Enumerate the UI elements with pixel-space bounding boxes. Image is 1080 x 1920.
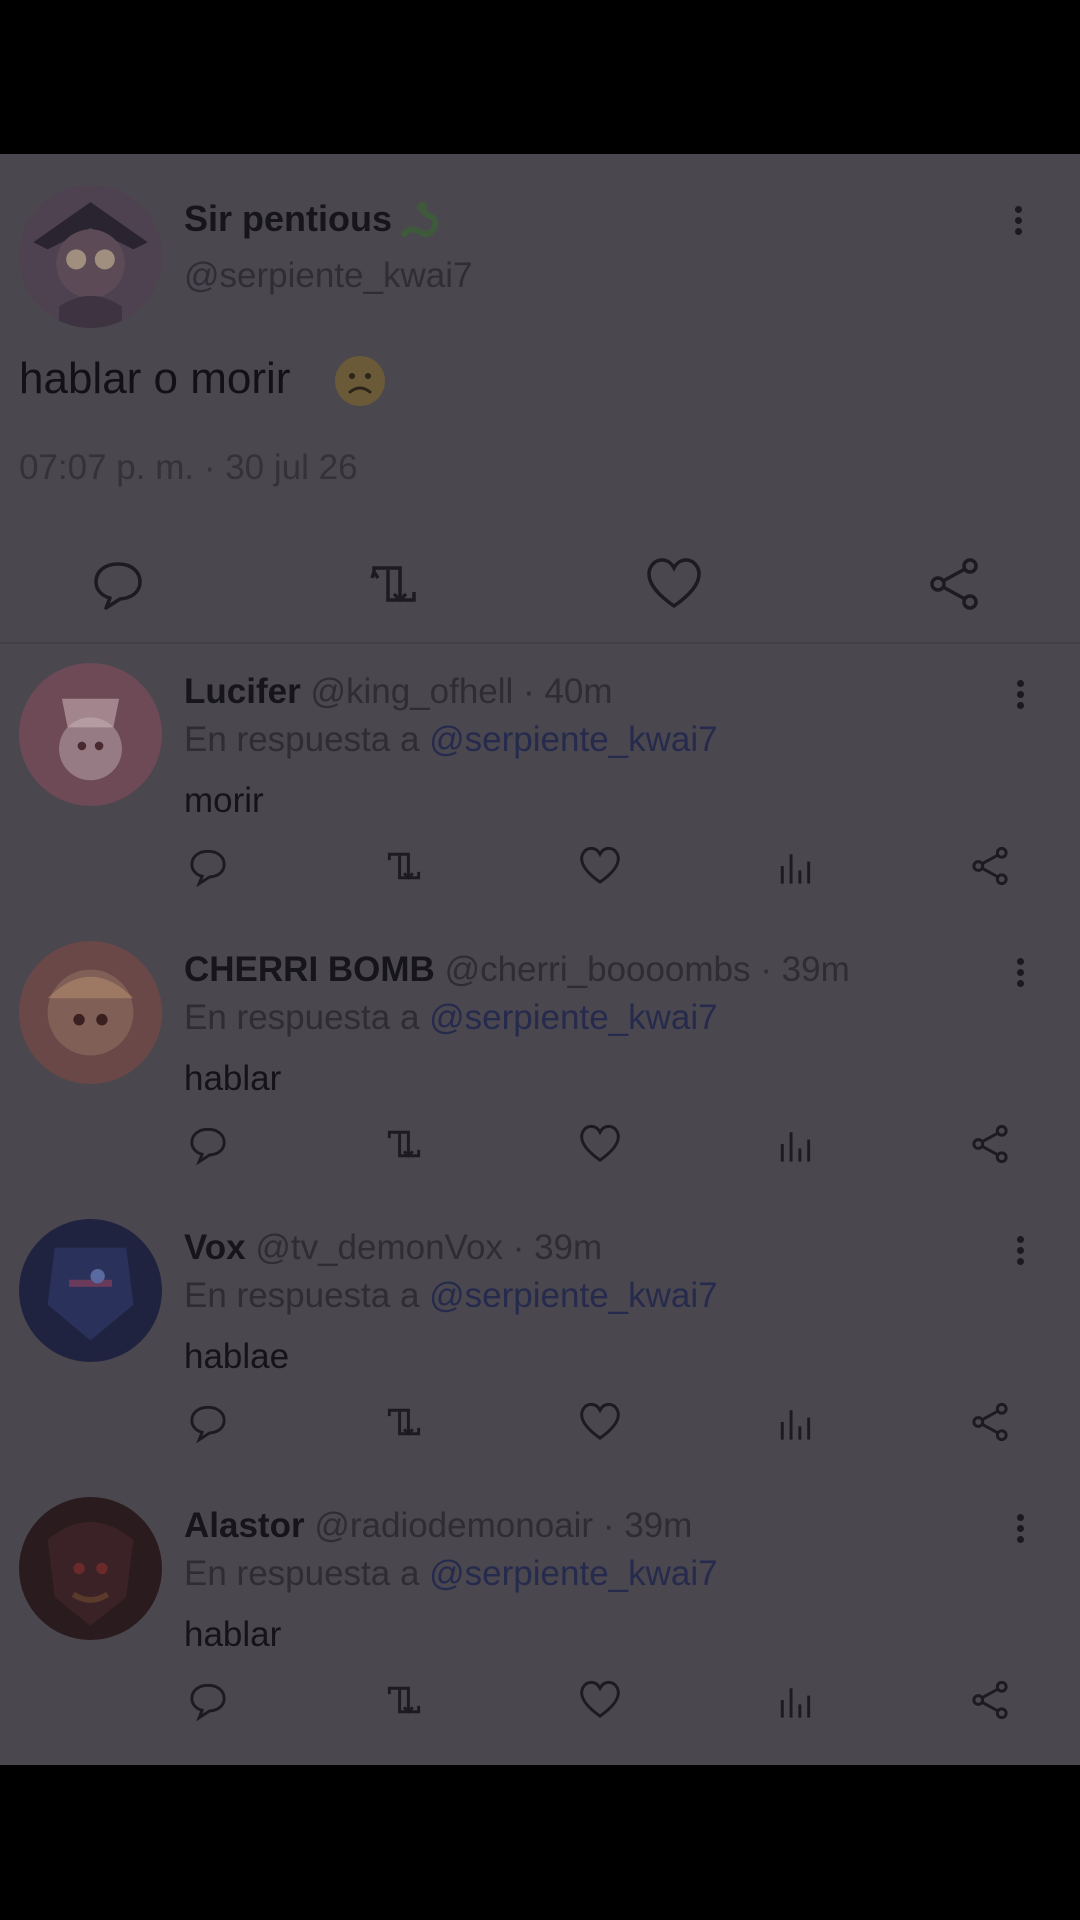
- reply-author-handle[interactable]: @cherri_boooombs: [445, 950, 751, 989]
- reply-author-name[interactable]: Alastor: [184, 1506, 305, 1545]
- reply-header: CHERRI BOMB @cherri_boooombs · 39m: [184, 950, 850, 990]
- reply-text: morir: [184, 781, 264, 820]
- reply-prefix: En respuesta a: [184, 1554, 430, 1593]
- author-avatar[interactable]: [19, 185, 162, 328]
- reply-author-handle[interactable]: @king_ofhell: [310, 672, 513, 711]
- stats-icon[interactable]: [772, 1400, 816, 1444]
- reply-header: Alastor @radiodemonoair · 39m: [184, 1506, 692, 1546]
- reply-author-name[interactable]: Lucifer: [184, 672, 301, 711]
- reply-text: hablar: [184, 1059, 282, 1098]
- heart-icon[interactable]: [578, 1678, 622, 1722]
- more-vertical-icon[interactable]: [1010, 676, 1030, 722]
- mention-link[interactable]: @serpiente_kwai7: [429, 998, 717, 1037]
- author-handle[interactable]: @serpiente_kwai7: [184, 256, 472, 296]
- reply-item[interactable]: CHERRI BOMB @cherri_boooombs · 39m En re…: [0, 922, 1080, 1200]
- avatar[interactable]: [19, 1219, 162, 1362]
- reply-icon[interactable]: [186, 1678, 230, 1722]
- main-tweet: Sir pentious @serpiente_kwai7 hablar o m…: [0, 154, 1080, 642]
- reply-actions: [0, 844, 1080, 904]
- reply-actions: [0, 1122, 1080, 1182]
- reply-author-name[interactable]: Vox: [184, 1228, 246, 1267]
- reply-item[interactable]: Vox @tv_demonVox · 39m En respuesta a @s…: [0, 1200, 1080, 1478]
- more-vertical-icon[interactable]: [1010, 1510, 1030, 1556]
- more-vertical-icon[interactable]: [1008, 202, 1028, 248]
- reply-header: Vox @tv_demonVox · 39m: [184, 1228, 602, 1268]
- heart-icon[interactable]: [578, 1400, 622, 1444]
- tweet-timestamp: 07:07 p. m. · 30 jul 26: [19, 448, 358, 487]
- reply-item[interactable]: Alastor @radiodemonoair · 39m En respues…: [0, 1478, 1080, 1756]
- share-icon[interactable]: [968, 1400, 1012, 1444]
- tweet-screen: Sir pentious @serpiente_kwai7 hablar o m…: [0, 154, 1080, 1765]
- reply-context: En respuesta a @serpiente_kwai7: [184, 720, 718, 760]
- reply-item[interactable]: Lucifer @king_ofhell · 40m En respuesta …: [0, 644, 1080, 922]
- stats-icon[interactable]: [772, 844, 816, 888]
- share-icon[interactable]: [968, 844, 1012, 888]
- retweet-icon[interactable]: [382, 1678, 426, 1722]
- reply-text: hablar: [184, 1615, 282, 1654]
- mention-link[interactable]: @serpiente_kwai7: [429, 1554, 717, 1593]
- retweet-icon[interactable]: [382, 1400, 426, 1444]
- share-icon[interactable]: [968, 1122, 1012, 1166]
- reply-actions: [0, 1400, 1080, 1460]
- heart-icon[interactable]: [644, 554, 704, 614]
- retweet-icon[interactable]: [382, 844, 426, 888]
- stats-icon[interactable]: [772, 1122, 816, 1166]
- reply-prefix: En respuesta a: [184, 1276, 430, 1315]
- reply-icon[interactable]: [186, 1122, 230, 1166]
- avatar[interactable]: [19, 1497, 162, 1640]
- sad-face-emoji-icon: [335, 356, 385, 406]
- more-vertical-icon[interactable]: [1010, 954, 1030, 1000]
- reply-prefix: En respuesta a: [184, 720, 430, 759]
- heart-icon[interactable]: [578, 1122, 622, 1166]
- tweet-actions: [0, 554, 1080, 634]
- reply-context: En respuesta a @serpiente_kwai7: [184, 1554, 718, 1594]
- mention-link[interactable]: @serpiente_kwai7: [429, 1276, 717, 1315]
- reply-author-handle[interactable]: @tv_demonVox: [255, 1228, 503, 1267]
- avatar[interactable]: [19, 941, 162, 1084]
- mention-link[interactable]: @serpiente_kwai7: [429, 720, 717, 759]
- reply-time: · 39m: [602, 1506, 693, 1545]
- reply-icon[interactable]: [88, 554, 148, 614]
- heart-icon[interactable]: [578, 844, 622, 888]
- tweet-text: hablar o morir: [19, 354, 291, 403]
- reply-time: · 39m: [512, 1228, 603, 1267]
- reply-actions: [0, 1678, 1080, 1738]
- snake-emoji-icon: [401, 202, 439, 238]
- reply-text: hablae: [184, 1337, 290, 1376]
- reply-header: Lucifer @king_ofhell · 40m: [184, 672, 613, 712]
- reply-time: · 39m: [760, 950, 850, 989]
- stats-icon[interactable]: [772, 1678, 816, 1722]
- reply-context: En respuesta a @serpiente_kwai7: [184, 998, 718, 1038]
- share-icon[interactable]: [924, 554, 984, 614]
- reply-author-name[interactable]: CHERRI BOMB: [184, 950, 435, 989]
- reply-author-handle[interactable]: @radiodemonoair: [314, 1506, 593, 1545]
- retweet-icon[interactable]: [382, 1122, 426, 1166]
- reply-icon[interactable]: [186, 1400, 230, 1444]
- author-name[interactable]: Sir pentious: [184, 198, 392, 240]
- more-vertical-icon[interactable]: [1010, 1232, 1030, 1278]
- retweet-icon[interactable]: [364, 554, 424, 614]
- reply-time: · 40m: [523, 672, 613, 711]
- reply-prefix: En respuesta a: [184, 998, 430, 1037]
- reply-context: En respuesta a @serpiente_kwai7: [184, 1276, 718, 1316]
- reply-icon[interactable]: [186, 844, 230, 888]
- avatar[interactable]: [19, 663, 162, 806]
- share-icon[interactable]: [968, 1678, 1012, 1722]
